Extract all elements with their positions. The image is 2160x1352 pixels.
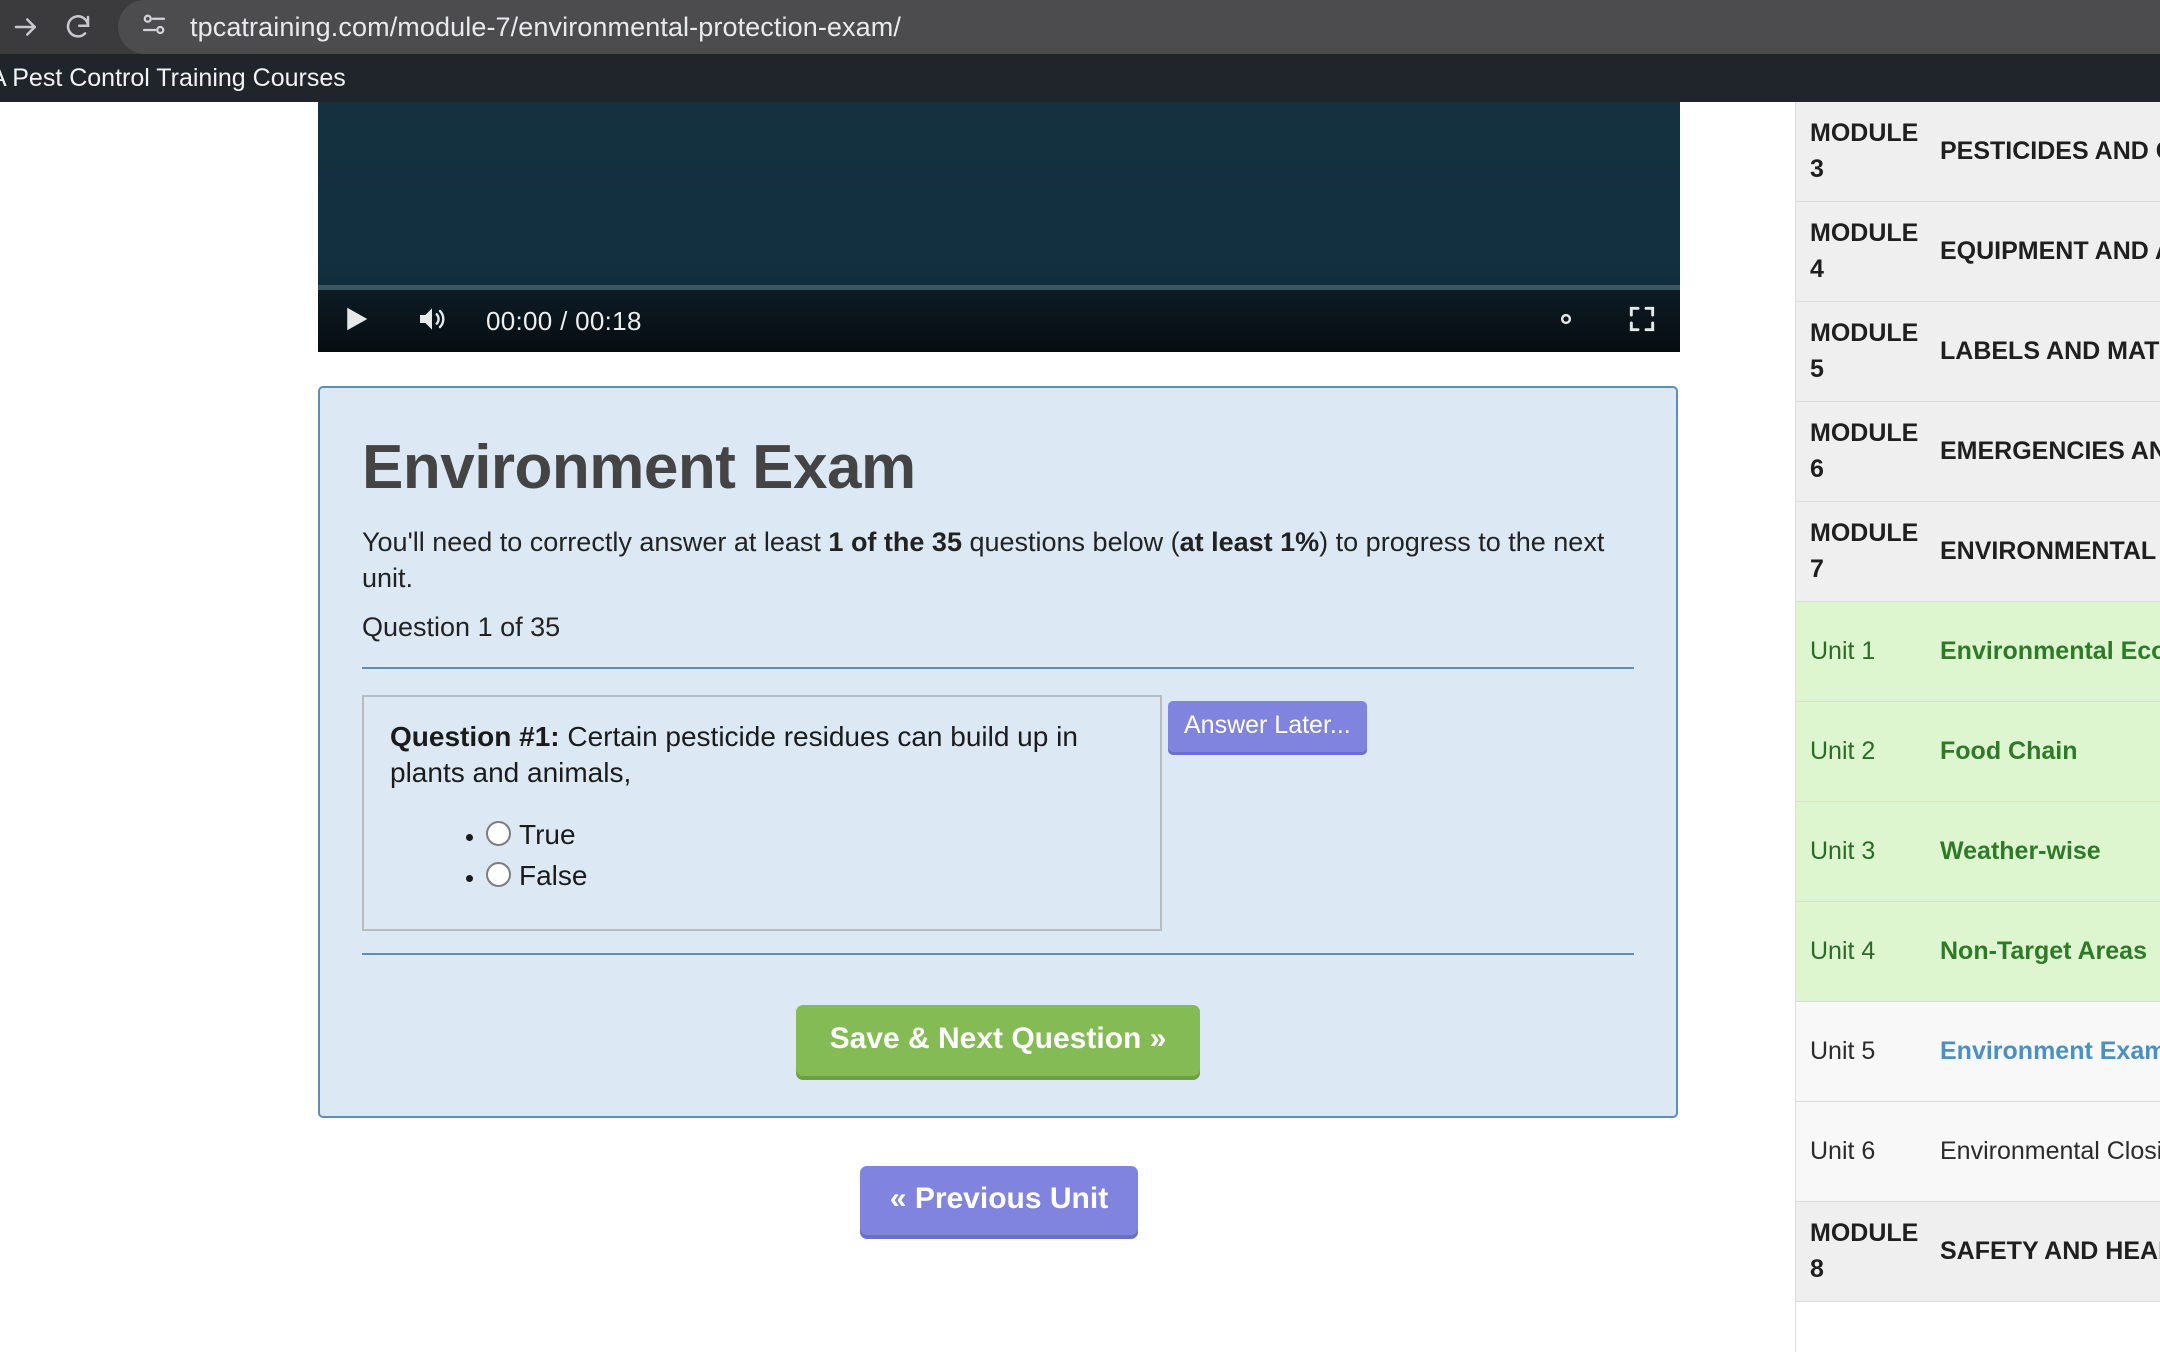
fullscreen-button[interactable] (1604, 290, 1680, 352)
question-counter: Question 1 of 35 (362, 612, 561, 643)
save-next-question-button[interactable]: Save & Next Question » (795, 1004, 1201, 1076)
browser-toolbar: tpcatraining.com/module-7/environmental-… (0, 0, 2160, 54)
syllabus-row-number: MODULE 4 (1810, 219, 1919, 283)
syllabus-unit-row[interactable]: Unit 3 Weather-wise (1796, 802, 2160, 902)
syllabus-row-label: EMERGENCIES AND SPILLS (1940, 436, 2160, 465)
reload-button[interactable] (52, 1, 104, 53)
exam-panel: Environment Exam You'll need to correctl… (318, 386, 1678, 1118)
fullscreen-icon (1626, 303, 1658, 340)
syllabus-row-label[interactable]: Environmental Ecology (1940, 634, 2160, 670)
intro-required-percent: at least 1% (1179, 527, 1320, 557)
syllabus-row-label[interactable]: Non-Target Areas (1940, 934, 2160, 970)
syllabus-list: MODULE 3 PESTICIDES AND CHEMISTRY MODULE 4… (1796, 102, 2160, 1302)
address-bar[interactable]: tpcatraining.com/module-7/environmental-… (118, 0, 2160, 54)
syllabus-unit-row[interactable]: Unit 6 Environmental Closing (1796, 1102, 2160, 1202)
intro-part1: You'll need to correctly answer at least (362, 527, 829, 557)
syllabus-unit-row[interactable]: Unit 4 Non-Target Areas (1796, 902, 2160, 1002)
syllabus-module-row[interactable]: MODULE 8 SAFETY AND HEALTH (1796, 1202, 2160, 1302)
previous-unit-row: « Previous Unit (318, 1165, 1680, 1235)
syllabus-sidebar[interactable]: MODULE 3 PESTICIDES AND CHEMISTRY MODULE 4… (1795, 102, 2160, 1352)
syllabus-row-number: Unit 4 (1810, 936, 1876, 965)
answer-later-button[interactable]: Answer Later... (1168, 701, 1367, 753)
volume-button[interactable] (394, 290, 470, 352)
syllabus-row-number: MODULE 7 (1810, 519, 1919, 583)
syllabus-row-number: Unit 6 (1810, 1136, 1876, 1165)
option-false-label: False (519, 859, 588, 891)
previous-unit-button[interactable]: « Previous Unit (859, 1165, 1139, 1235)
syllabus-module-row[interactable]: MODULE 4 EQUIPMENT AND APPLICATION (1796, 202, 2160, 302)
divider-top (362, 667, 1634, 670)
syllabus-row-number: Unit 1 (1810, 636, 1876, 665)
syllabus-module-row[interactable]: MODULE 3 PESTICIDES AND CHEMISTRY (1796, 102, 2160, 202)
video-time: 00:00 / 00:18 (486, 305, 642, 336)
syllabus-row-number: MODULE 3 (1810, 119, 1919, 183)
syllabus-row-number: MODULE 6 (1810, 419, 1919, 483)
answer-options: True False (390, 817, 1134, 893)
question-row: Question #1: Certain pesticide residues … (362, 695, 1634, 931)
syllabus-row-label: LABELS AND MATHEMATICS (1940, 336, 2160, 365)
video-settings-button[interactable] (1528, 290, 1604, 352)
syllabus-module-row[interactable]: MODULE 7 ENVIRONMENTAL ECOLOGY (1796, 502, 2160, 602)
syllabus-row-label[interactable]: Food Chain (1940, 734, 2160, 770)
question-text: Question #1: Certain pesticide residues … (390, 719, 1134, 791)
site-title: A Pest Control Training Courses (0, 63, 346, 92)
site-settings-icon (139, 10, 169, 45)
save-row: Save & Next Question » (362, 1004, 1634, 1076)
syllabus-row-label: PESTICIDES AND CHEMISTRY (1940, 136, 2160, 165)
video-controls: 00:00 / 00:18 (318, 290, 1680, 352)
intro-required-count: 1 of the 35 (828, 527, 962, 557)
syllabus-row-number: Unit 3 (1810, 836, 1876, 865)
option-false[interactable]: False (486, 858, 1134, 893)
syllabus-row-number: MODULE 5 (1810, 319, 1919, 383)
syllabus-module-row[interactable]: MODULE 5 LABELS AND MATHEMATICS (1796, 302, 2160, 402)
radio-true[interactable] (486, 820, 511, 846)
page-title: Environment Exam (362, 433, 916, 502)
play-icon (341, 303, 371, 340)
syllabus-row-label: SAFETY AND HEALTH (1940, 1236, 2160, 1265)
exam-instructions: You'll need to correctly answer at least… (362, 525, 1634, 596)
divider-bottom (362, 952, 1634, 955)
question-box: Question #1: Certain pesticide residues … (362, 695, 1162, 931)
question-label: Question #1: (390, 721, 560, 753)
site-header: A Pest Control Training Courses (0, 54, 2160, 102)
url-text[interactable]: tpcatraining.com/module-7/environmental-… (190, 12, 901, 43)
syllabus-row-label[interactable]: Weather-wise (1940, 834, 2160, 870)
syllabus-unit-row[interactable]: Unit 2 Food Chain (1796, 702, 2160, 802)
radio-false[interactable] (486, 861, 511, 887)
syllabus-unit-row[interactable]: Unit 5 Environment Exam (1796, 1002, 2160, 1102)
syllabus-row-label: EQUIPMENT AND APPLICATION (1940, 236, 2160, 265)
site-settings-button[interactable] (128, 1, 180, 53)
volume-icon (415, 303, 449, 340)
syllabus-row-number: Unit 2 (1810, 736, 1876, 765)
syllabus-row-label[interactable]: Environment Exam (1940, 1034, 2160, 1070)
syllabus-unit-row[interactable]: Unit 1 Environmental Ecology (1796, 602, 2160, 702)
arrow-right-icon (11, 12, 41, 42)
option-true[interactable]: True (486, 817, 1134, 852)
play-button[interactable] (318, 290, 394, 352)
reload-icon (63, 12, 93, 42)
syllabus-row-label: ENVIRONMENTAL ECOLOGY (1940, 536, 2160, 565)
option-true-label: True (519, 818, 576, 850)
syllabus-row-number: MODULE 8 (1810, 1219, 1919, 1283)
gear-icon (1550, 303, 1582, 340)
syllabus-module-row[interactable]: MODULE 6 EMERGENCIES AND SPILLS (1796, 402, 2160, 502)
syllabus-row-label[interactable]: Environmental Closing (1940, 1134, 2160, 1170)
forward-button[interactable] (0, 1, 52, 53)
syllabus-row-number: Unit 5 (1810, 1036, 1876, 1065)
main-content: 00:00 / 00:18 Environment Exam You'll ne… (318, 102, 1680, 1235)
video-player[interactable]: 00:00 / 00:18 (318, 102, 1680, 352)
intro-part2: questions below ( (961, 527, 1180, 557)
page-root: tpcatraining.com/module-7/environmental-… (0, 0, 2160, 1352)
